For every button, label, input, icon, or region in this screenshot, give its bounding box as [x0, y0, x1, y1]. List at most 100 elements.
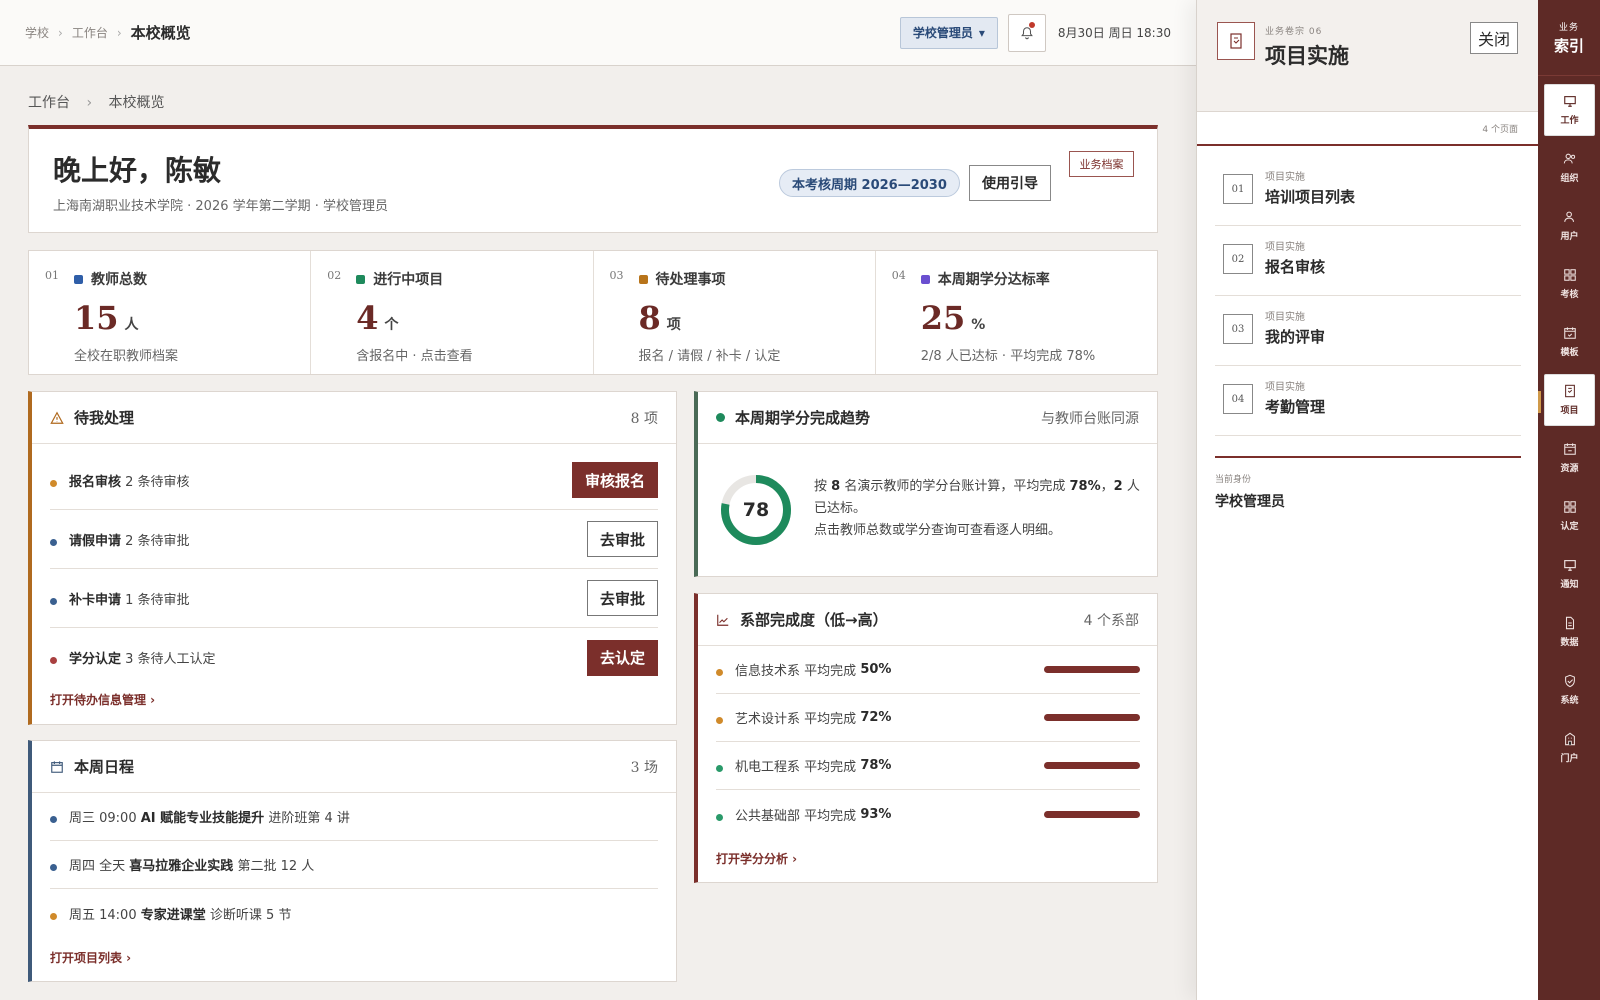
content-breadcrumb-workbench[interactable]: 工作台 — [28, 95, 70, 111]
rail-item-notice[interactable]: 通知 — [1544, 548, 1595, 600]
review-enrollment-button[interactable]: 审核报名 — [571, 462, 658, 498]
dept-count: 4 个系部 — [1083, 612, 1139, 629]
stat-desc: 全校在职教师档案 — [74, 349, 179, 364]
dept-name: 信息技术系 — [735, 664, 801, 679]
rail-item-certification[interactable]: 认定 — [1544, 490, 1595, 542]
role-switch-button[interactable]: 学校管理员 ▾ — [899, 16, 998, 49]
pending-row-detail: 2 条待审批 — [125, 533, 190, 549]
pending-row-detail: 3 条待人工认定 — [125, 652, 216, 667]
content-breadcrumb: 工作台 › 本校概览 — [28, 92, 165, 112]
drawer-item-project-list[interactable]: 01 项目实施 培训项目列表 — [1215, 156, 1521, 226]
schedule-row[interactable]: 周五 14:00 专家进课堂 诊断听课 5 节 — [50, 889, 658, 937]
pending-card: 待我处理 8 项 报名审核 2 条待审核 审核报名 请假申请 2 条待审批 去审… — [28, 391, 677, 725]
drawer-item-enrollment-review[interactable]: 02 项目实施 报名审核 — [1215, 226, 1521, 296]
schedule-row[interactable]: 周三 09:00 AI 赋能专业技能提升 进阶班第 4 讲 — [50, 793, 658, 841]
file-icon — [1565, 616, 1574, 630]
stat-projects[interactable]: 02 进行中项目 4个 含报名中 · 点击查看 — [311, 251, 594, 374]
schedule-time: 周五 14:00 — [69, 907, 137, 923]
rail-item-system[interactable]: 系统 — [1544, 664, 1595, 716]
identity-value: 学校管理员 — [1215, 494, 1285, 510]
rail-item-assessment[interactable]: 考核 — [1544, 258, 1595, 310]
trend-teacher-count: 8 — [831, 479, 841, 494]
document-icon — [1564, 384, 1575, 398]
status-dot — [50, 912, 57, 920]
approve-leave-button[interactable]: 去审批 — [586, 521, 658, 557]
stat-index: 03 — [609, 269, 624, 282]
breadcrumb-separator: › — [116, 25, 122, 40]
credit-trend-card: 本周期学分完成趋势 与教师台账同源 78 按 8 名演示教师的学分台账计算，平均… — [694, 391, 1158, 577]
notification-dot — [1028, 21, 1035, 28]
stat-credit-rate[interactable]: 04 本周期学分达标率 25% 2/8 人已达标 · 平均完成 78% — [876, 251, 1157, 374]
rail-item-label: 考核 — [1560, 290, 1579, 300]
stat-desc: 2/8 人已达标 · 平均完成 78% — [920, 349, 1096, 364]
stat-unit: 个 — [384, 317, 399, 333]
stat-label: 进行中项目 — [373, 272, 444, 288]
schedule-row[interactable]: 周四 全天 喜马拉雅企业实践 第二批 12 人 — [50, 841, 658, 889]
status-dot — [50, 479, 57, 487]
dept-row[interactable]: 艺术设计系 平均完成 72% — [716, 694, 1140, 742]
drawer-item-my-review[interactable]: 03 项目实施 我的评审 — [1215, 296, 1521, 366]
content-breadcrumb-current: 本校概览 — [108, 95, 165, 111]
guide-button[interactable]: 使用引导 — [969, 165, 1051, 201]
stat-teachers[interactable]: 01 教师总数 15 人 全校在职教师档案 — [29, 251, 312, 374]
rail-item-template[interactable]: 模板 — [1544, 316, 1595, 368]
confirm-credit-button[interactable]: 去认定 — [586, 639, 658, 676]
breadcrumb-school[interactable]: 学校 — [25, 24, 49, 41]
stat-value: 8 — [638, 299, 661, 337]
dept-value: 50% — [860, 662, 892, 677]
calendar-icon — [51, 760, 63, 773]
rail-item-data[interactable]: 数据 — [1544, 606, 1595, 658]
document-icon — [1217, 22, 1255, 60]
pending-row-name: 补卡申请 — [69, 592, 122, 608]
breadcrumb-workbench[interactable]: 工作台 — [72, 24, 108, 41]
close-button[interactable]: 关闭 — [1470, 22, 1518, 54]
rail-item-project[interactable]: 项目 — [1544, 374, 1595, 426]
open-project-list-link[interactable]: 打开项目列表 › — [50, 949, 131, 966]
schedule-time: 周三 09:00 — [69, 811, 137, 826]
dept-bar — [1044, 762, 1140, 769]
rail-item-work[interactable]: 工作 — [1544, 84, 1595, 136]
notification-button[interactable] — [1007, 13, 1046, 52]
open-credit-analysis-link[interactable]: 打开学分分析 › — [716, 850, 797, 867]
shield-icon — [1564, 674, 1575, 688]
dept-row[interactable]: 机电工程系 平均完成 78% — [716, 742, 1140, 790]
drawer-item-attendance[interactable]: 04 项目实施 考勤管理 — [1215, 366, 1521, 436]
green-dot-icon — [716, 413, 725, 422]
calendar-icon — [1563, 443, 1576, 455]
building-icon — [1564, 732, 1575, 746]
status-dot — [50, 538, 57, 546]
stat-pending[interactable]: 03 待处理事项 8项 报名 / 请假 / 补卡 / 认定 — [594, 251, 876, 374]
stat-color-square — [638, 274, 648, 284]
rail-item-resource[interactable]: 资源 — [1544, 432, 1595, 484]
page-title: 本校概览 — [130, 24, 191, 42]
stat-color-square — [920, 274, 930, 284]
pending-row: 报名审核 2 条待审核 审核报名 — [50, 451, 658, 510]
rail-item-users[interactable]: 用户 — [1544, 200, 1595, 252]
rail-item-label: 通知 — [1560, 580, 1579, 590]
open-todo-management-link[interactable]: 打开待办信息管理 › — [50, 691, 155, 708]
schedule-detail: 进阶班第 4 讲 — [268, 811, 350, 826]
dept-name: 机电工程系 — [735, 760, 801, 775]
dept-row[interactable]: 信息技术系 平均完成 50% — [716, 646, 1140, 694]
schedule-name: AI 赋能专业技能提升 — [140, 811, 265, 826]
business-archive-button[interactable]: 业务档案 — [1069, 151, 1134, 177]
stat-value: 25 — [920, 299, 966, 337]
school-meta: 上海南湖职业技术学院 · 2026 学年第二学期 · 学校管理员 — [53, 199, 389, 214]
warning-icon — [50, 410, 64, 424]
rail-item-label: 认定 — [1560, 522, 1579, 532]
schedule-name: 专家进课堂 — [140, 907, 206, 923]
stat-unit: % — [971, 317, 986, 333]
rail-item-label: 用户 — [1560, 232, 1579, 242]
schedule-detail: 诊断听课 5 节 — [209, 907, 292, 923]
monitor-icon — [1563, 96, 1576, 107]
dept-bar — [1044, 810, 1140, 818]
pending-row-name: 报名审核 — [69, 474, 122, 490]
rail-item-org[interactable]: 组织 — [1544, 142, 1595, 194]
rail-item-portal[interactable]: 门户 — [1544, 722, 1595, 774]
dept-row[interactable]: 公共基础部 平均完成 93% — [716, 790, 1140, 838]
completion-donut: 78 — [721, 475, 791, 545]
approve-clock-in-button[interactable]: 去审批 — [586, 580, 658, 616]
stat-value: 4 — [356, 299, 379, 337]
dept-label: 平均完成 — [804, 760, 857, 775]
pending-row-detail: 1 条待审批 — [125, 592, 190, 608]
